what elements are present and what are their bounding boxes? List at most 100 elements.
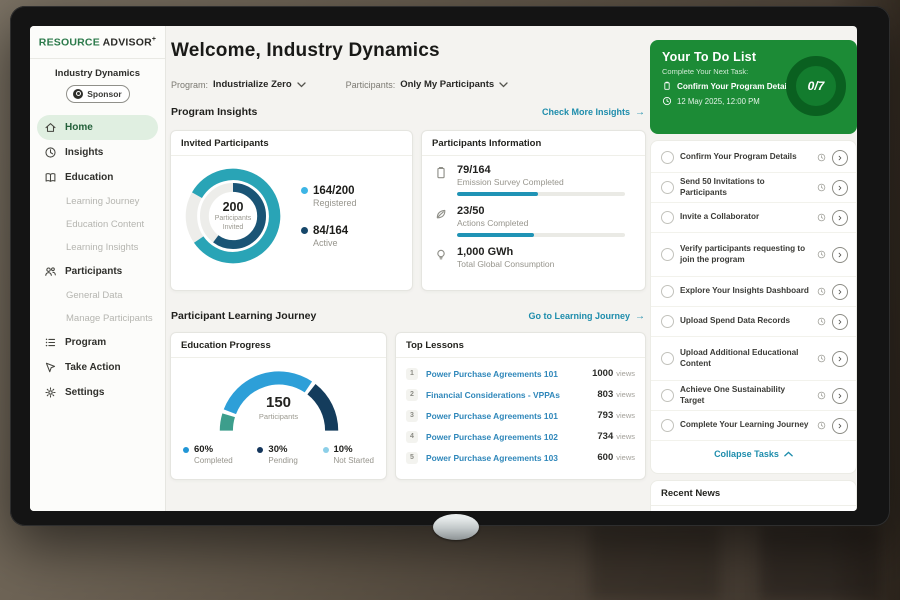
- participants-filter-label: Participants:: [346, 80, 396, 90]
- task-row[interactable]: Upload Additional Educational Content: [651, 337, 856, 381]
- task-checkbox[interactable]: [661, 181, 674, 194]
- task-checkbox[interactable]: [661, 151, 674, 164]
- legend-dot: [301, 227, 308, 234]
- legend-dot: [301, 187, 308, 194]
- task-label: Explore Your Insights Dashboard: [680, 286, 811, 296]
- sidebar-item-manage-participants[interactable]: Manage Participants: [30, 307, 165, 330]
- task-checkbox[interactable]: [661, 315, 674, 328]
- education-progress-card: Education Progress 150 Participants: [170, 332, 387, 480]
- task-checkbox[interactable]: [661, 211, 674, 224]
- collapse-tasks-link[interactable]: Collapse Tasks: [651, 441, 856, 467]
- task-checkbox[interactable]: [661, 419, 674, 432]
- task-label: Confirm Your Program Details: [680, 152, 811, 162]
- task-row[interactable]: Confirm Your Program Details: [651, 143, 856, 173]
- lesson-row: 4 Power Purchase Agreements 102 734views: [406, 426, 635, 447]
- donut-center-value: 200: [223, 200, 244, 214]
- lesson-link[interactable]: Power Purchase Agreements 101: [426, 369, 558, 379]
- task-chevron-button[interactable]: [832, 418, 848, 434]
- sidebar-item-program[interactable]: Program: [30, 330, 165, 355]
- sponsor-badge[interactable]: Sponsor: [66, 85, 130, 103]
- divider: [30, 58, 165, 59]
- lesson-link[interactable]: Power Purchase Agreements 103: [426, 453, 558, 463]
- sidebar-item-learning-journey[interactable]: Learning Journey: [30, 190, 165, 213]
- sidebar-item-take-action[interactable]: Take Action: [30, 355, 165, 380]
- program-filter-dropdown[interactable]: Program: Industrialize Zero: [171, 79, 306, 90]
- sidebar-subitem-label: Learning Journey: [66, 196, 139, 207]
- book-icon: [44, 171, 57, 184]
- learning-journey-header: Participant Learning Journey Go to Learn…: [171, 310, 645, 322]
- task-chevron-button[interactable]: [832, 351, 848, 367]
- legend-label: Not Started: [334, 456, 374, 465]
- legend-label: Completed: [194, 456, 233, 465]
- lesson-list: 1 Power Purchase Agreements 101 1000view…: [396, 358, 645, 468]
- task-checkbox[interactable]: [661, 285, 674, 298]
- lesson-row: 5 Power Purchase Agreements 103 600views: [406, 447, 635, 468]
- task-chevron-button[interactable]: [832, 210, 848, 226]
- todo-next-task: Confirm Your Program Details: [677, 82, 794, 91]
- sidebar-item-education-content[interactable]: Education Content: [30, 213, 165, 236]
- task-label: Upload Additional Educational Content: [680, 348, 811, 369]
- logo-text-advisor: ADVISOR: [103, 37, 152, 49]
- sidebar-item-home[interactable]: Home: [37, 115, 158, 140]
- legend-dot: [323, 447, 329, 453]
- task-label: Upload Spend Data Records: [680, 316, 811, 326]
- lesson-link[interactable]: Financial Considerations - VPPAs: [426, 390, 560, 400]
- task-row[interactable]: Upload Spend Data Records: [651, 307, 856, 337]
- sidebar-item-participants[interactable]: Participants: [30, 259, 165, 284]
- check-more-insights-link[interactable]: Check More Insights →: [542, 107, 645, 118]
- task-chevron-button[interactable]: [832, 284, 848, 300]
- sidebar-subitem-label: Manage Participants: [66, 313, 153, 324]
- home-icon: [44, 121, 57, 134]
- stat-label: Emission Survey Completed: [457, 177, 625, 187]
- task-checkbox[interactable]: [661, 248, 674, 261]
- task-row[interactable]: Send 50 Invitations to Participants: [651, 173, 856, 203]
- sidebar-item-learning-insights[interactable]: Learning Insights: [30, 236, 165, 259]
- task-label: Achieve One Sustainability Target: [680, 385, 811, 406]
- legend-value: 164/200: [313, 185, 355, 197]
- sidebar-item-settings[interactable]: Settings: [30, 380, 165, 405]
- stat-value: 79/164: [457, 164, 625, 176]
- task-row[interactable]: Explore Your Insights Dashboard: [651, 277, 856, 307]
- task-chevron-button[interactable]: [832, 247, 848, 263]
- task-row[interactable]: Achieve One Sustainability Target: [651, 381, 856, 411]
- sidebar-item-label: Insights: [65, 147, 103, 158]
- task-chevron-button[interactable]: [832, 388, 848, 404]
- lesson-link[interactable]: Power Purchase Agreements 102: [426, 432, 558, 442]
- lesson-link[interactable]: Power Purchase Agreements 101: [426, 411, 558, 421]
- task-row[interactable]: Complete Your Learning Journey: [651, 411, 856, 441]
- invited-participants-card: Invited Participants 200 Partic: [170, 130, 413, 291]
- task-chevron-button[interactable]: [832, 150, 848, 166]
- action-cursor-icon: [44, 361, 57, 374]
- todo-card: Your To Do List Complete Your Next Task:…: [650, 40, 857, 134]
- stat-label: Actions Completed: [457, 218, 625, 228]
- go-to-learning-journey-link[interactable]: Go to Learning Journey →: [528, 311, 645, 322]
- logo-text-resource: RESOURCE: [39, 37, 100, 49]
- consumption-bulb-icon: [434, 248, 448, 262]
- lesson-rank: 3: [406, 410, 418, 422]
- sidebar-item-insights[interactable]: Insights: [30, 140, 165, 165]
- task-row[interactable]: Verify participants requesting to join t…: [651, 233, 856, 277]
- sidebar-item-label: Home: [65, 122, 93, 133]
- monitor-stand-notch: [433, 514, 479, 540]
- chevron-up-icon: [784, 451, 793, 457]
- task-chevron-button[interactable]: [832, 314, 848, 330]
- sidebar-item-general-data[interactable]: General Data: [30, 284, 165, 307]
- task-checkbox[interactable]: [661, 352, 674, 365]
- insights-icon: [44, 146, 57, 159]
- task-checkbox[interactable]: [661, 389, 674, 402]
- link-label: Check More Insights: [542, 107, 630, 117]
- desk-scene: RESOURCE ADVISOR+ Industry Dynamics Spon…: [0, 0, 900, 600]
- task-row[interactable]: Invite a Collaborator: [651, 203, 856, 233]
- chevron-down-icon: [499, 82, 508, 88]
- legend-value: 30%: [268, 444, 287, 455]
- logo-plus: +: [152, 36, 156, 43]
- program-filter-value: Industrialize Zero: [213, 79, 292, 90]
- participants-filter-dropdown[interactable]: Participants: Only My Participants: [346, 79, 509, 90]
- program-filter-label: Program:: [171, 80, 208, 90]
- legend-value: 10%: [334, 444, 353, 455]
- views-count: 734: [597, 431, 613, 442]
- card-title: Top Lessons: [396, 333, 645, 358]
- sidebar-item-label: Participants: [65, 266, 122, 277]
- task-chevron-button[interactable]: [832, 180, 848, 196]
- sidebar-item-education[interactable]: Education: [30, 165, 165, 190]
